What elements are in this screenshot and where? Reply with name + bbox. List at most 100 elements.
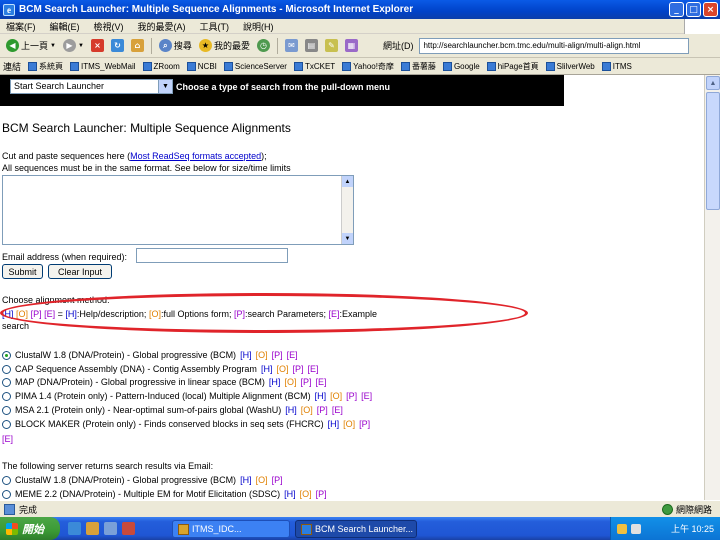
page-scrollbar[interactable]: ▲ ▼ bbox=[704, 75, 720, 517]
option-meme-email[interactable]: MEME 2.2 (DNA/Protein) - Multiple EM for… bbox=[2, 489, 327, 499]
params-link[interactable]: [P] bbox=[317, 405, 328, 415]
link-item[interactable]: 番薯藤 bbox=[400, 61, 436, 72]
print-button[interactable]: ▤ bbox=[303, 36, 320, 56]
options-link[interactable]: [O] bbox=[330, 391, 342, 401]
help-link[interactable]: [H] bbox=[328, 419, 340, 429]
help-link[interactable]: [H] bbox=[285, 405, 297, 415]
help-link[interactable]: [H] bbox=[261, 364, 273, 374]
example-link[interactable]: [E] bbox=[361, 391, 372, 401]
link-item[interactable]: Yahoo!奇摩 bbox=[342, 61, 394, 72]
textarea-scrollbar[interactable]: ▲ ▼ bbox=[341, 176, 353, 244]
help-link[interactable]: [H] bbox=[240, 475, 252, 485]
link-item[interactable]: TxCKET bbox=[293, 61, 335, 71]
menu-help[interactable]: 說明(H) bbox=[243, 20, 274, 33]
radio-button[interactable] bbox=[2, 377, 11, 387]
link-item[interactable]: ZRoom bbox=[142, 61, 180, 71]
link-item[interactable]: ITMS bbox=[601, 61, 632, 71]
link-item[interactable]: hiPage首頁 bbox=[486, 61, 539, 72]
options-link[interactable]: [O] bbox=[256, 350, 268, 360]
clock[interactable]: 上午 10:25 bbox=[671, 522, 714, 535]
help-link[interactable]: [H] bbox=[315, 391, 327, 401]
link-item[interactable]: Google bbox=[442, 61, 480, 71]
option-msa[interactable]: MSA 2.1 (Protein only) - Near-optimal su… bbox=[2, 405, 343, 415]
scroll-thumb[interactable] bbox=[706, 92, 720, 210]
minimize-button[interactable]: _ bbox=[669, 2, 684, 17]
submit-button[interactable]: Submit bbox=[2, 264, 43, 279]
taskbar-item-itms[interactable]: ITMS_IDC... bbox=[172, 520, 290, 538]
help-link[interactable]: [H] bbox=[284, 489, 296, 499]
options-link[interactable]: [O] bbox=[301, 405, 313, 415]
radio-button[interactable] bbox=[2, 419, 11, 429]
clear-input-button[interactable]: Clear Input bbox=[48, 264, 112, 279]
discuss-button[interactable]: ▦ bbox=[343, 36, 360, 56]
option-map[interactable]: MAP (DNA/Protein) - Global progressive i… bbox=[2, 377, 326, 387]
menu-favorites[interactable]: 我的最愛(A) bbox=[138, 20, 186, 33]
link-item[interactable]: ScienceServer bbox=[223, 61, 287, 71]
media-icon[interactable] bbox=[122, 522, 135, 535]
option-clustalw-email[interactable]: ClustalW 1.8 (DNA/Protein) - Global prog… bbox=[2, 475, 283, 485]
radio-button[interactable] bbox=[2, 364, 11, 374]
close-button[interactable]: × bbox=[703, 2, 718, 17]
history-button[interactable]: ◷ bbox=[255, 36, 272, 56]
readseq-formats-link[interactable]: Most ReadSeq formats accepted bbox=[130, 151, 261, 161]
edit-button[interactable]: ✎ bbox=[323, 36, 340, 56]
example-link[interactable]: [E] bbox=[2, 434, 13, 444]
start-button[interactable]: 開始 bbox=[0, 517, 60, 540]
email-field[interactable] bbox=[136, 248, 288, 263]
options-link[interactable]: [O] bbox=[256, 475, 268, 485]
params-link[interactable]: [P] bbox=[272, 475, 283, 485]
help-link[interactable]: [H] bbox=[240, 350, 252, 360]
radio-button[interactable] bbox=[2, 475, 11, 485]
menu-tools[interactable]: 工具(T) bbox=[200, 20, 230, 33]
radio-button[interactable] bbox=[2, 350, 11, 360]
params-link[interactable]: [P] bbox=[272, 350, 283, 360]
volume-icon[interactable] bbox=[631, 523, 641, 534]
example-link[interactable]: [E] bbox=[287, 350, 298, 360]
scroll-down-icon[interactable]: ▼ bbox=[342, 233, 353, 244]
address-bar[interactable]: http://searchlauncher.bcm.tmc.edu/multi-… bbox=[419, 37, 690, 54]
example-link[interactable]: [E] bbox=[315, 377, 326, 387]
refresh-button[interactable]: ↻ bbox=[109, 36, 126, 56]
taskbar-item-bcm[interactable]: BCM Search Launcher... bbox=[295, 520, 417, 538]
option-clustalw[interactable]: ClustalW 1.8 (DNA/Protein) - Global prog… bbox=[2, 350, 298, 360]
link-item[interactable]: 系統頁 bbox=[28, 61, 63, 72]
search-button[interactable]: ⌕ 搜尋 bbox=[157, 36, 194, 56]
stop-button[interactable]: × bbox=[89, 36, 106, 56]
back-button[interactable]: ◀ 上一頁 ▼ bbox=[4, 36, 58, 56]
home-button[interactable]: ⌂ bbox=[129, 36, 146, 56]
search-type-select[interactable]: Start Search Launcher ▼ bbox=[10, 79, 173, 94]
options-link[interactable]: [O] bbox=[343, 419, 355, 429]
option-blockmaker[interactable]: BLOCK MAKER (Protein only) - Finds conse… bbox=[2, 419, 370, 429]
link-item[interactable]: SlilverWeb bbox=[545, 61, 595, 71]
option-pima[interactable]: PIMA 1.4 (Protein only) - Pattern-Induce… bbox=[2, 391, 372, 401]
options-link[interactable]: [O] bbox=[300, 489, 312, 499]
help-link[interactable]: [H] bbox=[269, 377, 281, 387]
ie-icon[interactable] bbox=[68, 522, 81, 535]
forward-button[interactable]: ▶ ▼ bbox=[61, 36, 86, 56]
option-cap[interactable]: CAP Sequence Assembly (DNA) - Contig Ass… bbox=[2, 364, 319, 374]
folder-icon[interactable] bbox=[86, 522, 99, 535]
radio-button[interactable] bbox=[2, 405, 11, 415]
link-item[interactable]: NCBI bbox=[186, 61, 217, 71]
scroll-up-icon[interactable]: ▲ bbox=[342, 176, 353, 187]
sequence-textarea[interactable]: ▲ ▼ bbox=[2, 175, 354, 245]
desktop-icon[interactable] bbox=[104, 522, 117, 535]
maximize-button[interactable]: □ bbox=[686, 2, 701, 17]
options-link[interactable]: [O] bbox=[276, 364, 288, 374]
params-link[interactable]: [P] bbox=[346, 391, 357, 401]
example-link[interactable]: [E] bbox=[332, 405, 343, 415]
favorites-button[interactable]: ★ 我的最愛 bbox=[197, 36, 252, 56]
tray-icon[interactable] bbox=[617, 523, 627, 534]
radio-button[interactable] bbox=[2, 391, 11, 401]
params-link[interactable]: [P] bbox=[316, 489, 327, 499]
params-link[interactable]: [P] bbox=[292, 364, 303, 374]
params-link[interactable]: [P] bbox=[300, 377, 311, 387]
mail-button[interactable]: ✉ bbox=[283, 36, 300, 56]
menu-view[interactable]: 檢視(V) bbox=[94, 20, 124, 33]
example-link[interactable]: [E] bbox=[307, 364, 318, 374]
radio-button[interactable] bbox=[2, 489, 11, 499]
options-link[interactable]: [O] bbox=[284, 377, 296, 387]
menu-edit[interactable]: 編輯(E) bbox=[50, 20, 80, 33]
menu-file[interactable]: 檔案(F) bbox=[6, 20, 36, 33]
params-link[interactable]: [P] bbox=[359, 419, 370, 429]
